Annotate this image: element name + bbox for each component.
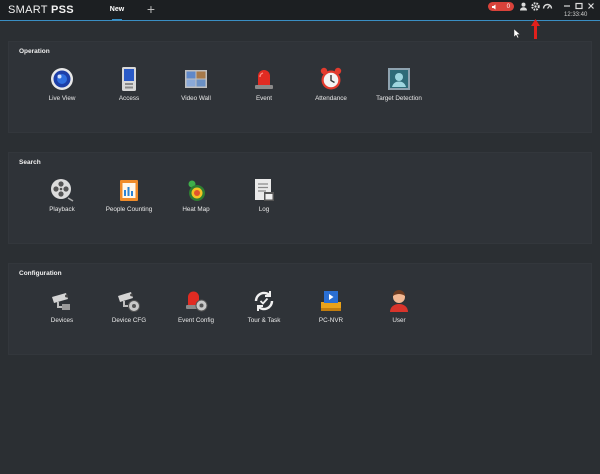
device-cfg-icon xyxy=(118,292,140,312)
tile-people-counting-label: People Counting xyxy=(105,206,153,213)
tab-new[interactable]: New xyxy=(104,0,130,21)
tile-pc-nvr-label: PC-NVR xyxy=(318,317,344,324)
live-view-icon xyxy=(51,68,73,90)
tile-event[interactable]: Event xyxy=(234,66,294,116)
attendance-icon xyxy=(320,67,342,90)
tile-access[interactable]: Access xyxy=(99,66,159,116)
tile-live-view[interactable]: Live View xyxy=(32,66,92,116)
alarm-count: 0 xyxy=(506,3,510,10)
tile-access-label: Access xyxy=(118,95,140,102)
tile-log-label: Log xyxy=(258,206,270,213)
tile-tour-task[interactable]: Tour & Task xyxy=(234,288,294,338)
tile-device-cfg-label: Device CFG xyxy=(111,317,147,324)
tile-playback[interactable]: Playback xyxy=(32,177,92,227)
app-logo: SMART PSS xyxy=(8,4,74,16)
tile-user-label: User xyxy=(392,317,406,324)
maximize-icon[interactable] xyxy=(574,1,584,11)
tile-event-config[interactable]: Event Config xyxy=(166,288,226,338)
tile-tour-task-label: Tour & Task xyxy=(247,317,281,324)
video-wall-icon xyxy=(185,70,207,88)
heat-map-icon xyxy=(188,180,205,201)
pc-nvr-icon xyxy=(321,291,341,311)
tile-log[interactable]: Log xyxy=(234,177,294,227)
user-account-icon[interactable] xyxy=(518,1,529,12)
tile-target-detection-label: Target Detection xyxy=(376,95,422,102)
speaker-icon xyxy=(492,4,496,9)
devices-icon xyxy=(52,293,70,310)
event-config-icon xyxy=(186,291,208,312)
configuration-section xyxy=(8,263,592,355)
tile-devices[interactable]: Devices xyxy=(32,288,92,338)
mouse-cursor-icon xyxy=(514,29,521,39)
tile-device-cfg[interactable]: Device CFG xyxy=(99,288,159,338)
settings-gear-icon[interactable] xyxy=(530,1,541,12)
playback-icon xyxy=(51,179,74,202)
tile-heat-map[interactable]: Heat Map xyxy=(166,177,226,227)
minimize-icon[interactable] xyxy=(562,1,572,11)
add-tab-button[interactable]: + xyxy=(144,1,158,17)
target-detection-icon xyxy=(388,68,410,90)
tile-event-label: Event xyxy=(255,95,273,102)
tile-attendance-label: Attendance xyxy=(315,95,347,102)
red-arrow-annotation xyxy=(531,19,540,39)
close-icon[interactable] xyxy=(586,1,596,11)
configuration-section-title: Configuration xyxy=(19,270,62,277)
alarm-badge[interactable]: 0 xyxy=(488,2,514,11)
tile-video-wall[interactable]: Video Wall xyxy=(166,66,226,116)
operation-section-title: Operation xyxy=(19,48,50,55)
user-icon xyxy=(390,290,408,312)
tile-attendance[interactable]: Attendance xyxy=(301,66,361,116)
tour-task-icon xyxy=(254,291,274,311)
tile-devices-label: Devices xyxy=(50,317,74,324)
search-section-title: Search xyxy=(19,159,41,166)
event-icon xyxy=(255,70,273,89)
tile-event-config-label: Event Config xyxy=(177,317,215,324)
performance-gauge-icon[interactable] xyxy=(542,1,553,12)
tile-video-wall-label: Video Wall xyxy=(181,95,211,102)
tile-pc-nvr[interactable]: PC-NVR xyxy=(301,288,361,338)
operation-section xyxy=(8,41,592,133)
search-section xyxy=(8,152,592,244)
access-icon xyxy=(122,67,136,91)
people-counting-icon xyxy=(120,180,138,201)
log-icon xyxy=(255,179,274,201)
tile-playback-label: Playback xyxy=(49,206,75,213)
tile-heat-map-label: Heat Map xyxy=(182,206,210,213)
tile-target-detection[interactable]: Target Detection xyxy=(369,66,429,116)
tile-live-view-label: Live View xyxy=(48,95,76,102)
tile-people-counting[interactable]: People Counting xyxy=(99,177,159,227)
title-bar: SMART PSS New + 0 12:33:40 xyxy=(0,0,600,21)
tile-user[interactable]: User xyxy=(369,288,429,338)
clock: 12:33:40 xyxy=(564,12,588,18)
